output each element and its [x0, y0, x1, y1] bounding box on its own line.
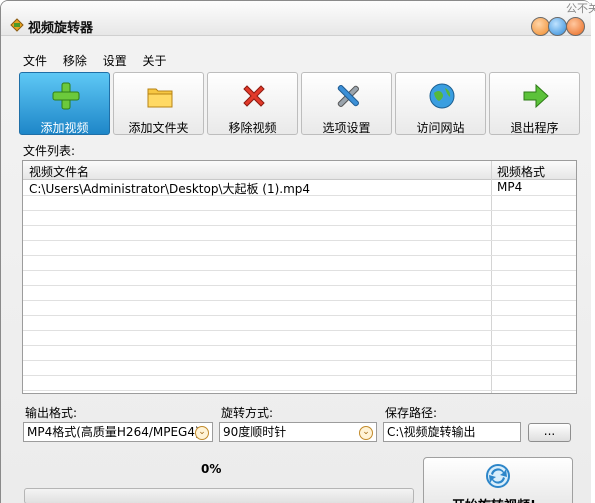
menu-settings[interactable]: 设置 [103, 52, 127, 69]
empty-row[interactable] [23, 330, 576, 346]
tools-icon [337, 85, 359, 107]
app-window: 视频旋转器 文件 移除 设置 关于 添加视频 添加文件夹 移除视频 选项设置 访… [0, 0, 591, 503]
menu-bar: 文件 移除 设置 关于 [23, 52, 179, 70]
empty-row[interactable] [23, 255, 576, 271]
corner-text: 公不关彭 [566, 2, 595, 15]
output-format-value: MP4格式(高质量H264/MPEG4) [27, 425, 200, 439]
window-controls [531, 17, 591, 36]
empty-row[interactable] [23, 360, 576, 376]
column-header-filename[interactable]: 视频文件名 [29, 163, 89, 180]
output-format-select[interactable]: MP4格式(高质量H264/MPEG4) ⌄ [23, 422, 213, 442]
rotate-mode-label: 旋转方式: [221, 406, 274, 420]
chevron-down-icon[interactable]: ⌄ [195, 426, 209, 440]
empty-row[interactable] [23, 300, 576, 316]
empty-row[interactable] [23, 285, 576, 301]
progress-percent: 0% [201, 462, 222, 476]
browse-button[interactable]: ... [528, 423, 571, 442]
rotate-icon [486, 464, 510, 488]
chevron-down-icon[interactable]: ⌄ [359, 426, 373, 440]
menu-file[interactable]: 文件 [23, 52, 47, 69]
maximize-button[interactable] [548, 17, 567, 36]
file-list-label: 文件列表: [23, 144, 76, 158]
plus-icon [52, 82, 80, 110]
empty-row[interactable] [23, 195, 576, 211]
save-path-input[interactable]: C:\视频旋转输出 [383, 422, 521, 442]
save-path-label: 保存路径: [385, 406, 438, 420]
app-icon [10, 18, 24, 32]
empty-row[interactable] [23, 240, 576, 256]
empty-row[interactable] [23, 210, 576, 226]
progress-bar [24, 488, 414, 503]
menu-about[interactable]: 关于 [143, 52, 167, 69]
visit-website-button[interactable]: 访问网站 [395, 72, 486, 135]
table-row[interactable]: C:\Users\Administrator\Desktop\大起板 (1).m… [23, 180, 576, 196]
output-format-label: 输出格式: [25, 406, 78, 420]
window-title: 视频旋转器 [28, 21, 94, 36]
rotate-mode-select[interactable]: 90度顺时针 ⌄ [219, 422, 377, 442]
options-button[interactable]: 选项设置 [301, 72, 392, 135]
list-header: 视频文件名 视频格式 [23, 161, 576, 180]
add-video-label: 添加视频 [40, 121, 89, 135]
add-video-button[interactable]: 添加视频 [19, 72, 110, 135]
exit-button[interactable]: 退出程序 [489, 72, 580, 135]
add-folder-label: 添加文件夹 [128, 121, 189, 135]
empty-row[interactable] [23, 375, 576, 391]
title-bar[interactable]: 视频旋转器 [1, 1, 591, 36]
empty-row[interactable] [23, 345, 576, 361]
red-x-icon [243, 85, 265, 107]
visit-website-label: 访问网站 [416, 121, 465, 135]
menu-remove[interactable]: 移除 [63, 52, 87, 69]
remove-video-button[interactable]: 移除视频 [207, 72, 298, 135]
exit-label: 退出程序 [510, 121, 559, 135]
file-list[interactable]: 视频文件名 视频格式 C:\Users\Administrator\Deskto… [22, 160, 577, 394]
green-arrow-icon [523, 83, 549, 109]
globe-icon [429, 83, 455, 109]
start-rotate-button[interactable]: 开始旋转视频! [423, 457, 573, 503]
empty-row[interactable] [23, 315, 576, 331]
empty-row[interactable] [23, 225, 576, 241]
remove-video-label: 移除视频 [228, 121, 277, 135]
rotate-mode-value: 90度顺时针 [223, 425, 287, 439]
add-folder-button[interactable]: 添加文件夹 [113, 72, 204, 135]
close-button[interactable] [566, 17, 585, 36]
save-path-value: C:\视频旋转输出 [387, 425, 476, 439]
cell-format: MP4 [497, 180, 523, 194]
folder-icon [147, 88, 173, 108]
column-header-format[interactable]: 视频格式 [497, 163, 545, 180]
options-label: 选项设置 [322, 121, 371, 135]
empty-row[interactable] [23, 270, 576, 286]
